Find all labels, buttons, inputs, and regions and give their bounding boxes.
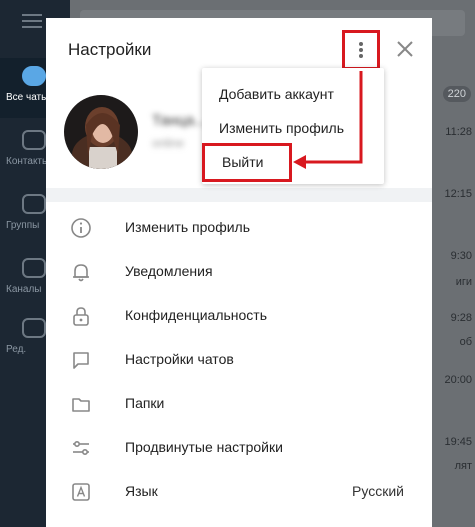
settings-item-privacy[interactable]: Конфиденциальность [46, 294, 432, 338]
sidebar-item-label: Ред. [6, 344, 27, 355]
sliders-icon [73, 441, 89, 456]
group-icon [22, 194, 46, 214]
folder-icon [72, 398, 90, 412]
settings-item-label: Настройки чатов [125, 351, 234, 367]
chat-snippet: иги [455, 276, 472, 288]
profile-status: online [152, 136, 185, 150]
chat-square-icon [73, 352, 89, 369]
logout-label: Выйти [222, 154, 264, 170]
unread-badge: 220 [442, 86, 471, 102]
channel-icon [22, 258, 46, 278]
settings-item-label: Папки [125, 395, 165, 411]
chat-bubble-icon [22, 66, 46, 86]
lock-icon [73, 307, 89, 326]
section-divider [46, 188, 432, 202]
settings-list: Изменить профиль Уведомления Конфиденциа… [46, 206, 432, 514]
avatar[interactable] [64, 95, 138, 169]
chat-time: 20:00 [444, 374, 472, 386]
chat-snippet: об [459, 336, 472, 348]
dialog-title: Настройки [68, 40, 152, 59]
bell-icon [73, 264, 89, 282]
chat-snippet: лят [454, 460, 472, 472]
settings-item-label: Язык [125, 483, 158, 499]
close-button[interactable] [394, 38, 416, 60]
vertical-dots-icon [359, 42, 363, 58]
sidebar-item-label: Группы [6, 220, 40, 231]
settings-item-chat-settings[interactable]: Настройки чатов [46, 338, 432, 382]
settings-item-notifications[interactable]: Уведомления [46, 250, 432, 294]
sidebar-item-label: Каналы [6, 284, 42, 295]
sliders-icon [22, 318, 46, 338]
settings-item-label: Уведомления [125, 263, 213, 279]
profile-photo [64, 95, 138, 169]
hamburger-menu-icon[interactable] [22, 14, 42, 32]
folder-icon [22, 130, 46, 150]
settings-item-edit-profile[interactable]: Изменить профиль [46, 206, 432, 250]
settings-item-advanced[interactable]: Продвинутые настройки [46, 426, 432, 470]
chat-time: 9:30 [450, 250, 472, 262]
language-icon [72, 483, 90, 501]
menu-item-logout[interactable]: Выйти [202, 143, 292, 182]
sidebar-item-label: Контакты [6, 156, 50, 167]
close-icon [397, 41, 413, 57]
menu-item-edit-profile[interactable]: Изменить профиль [219, 120, 344, 136]
profile-name: Танца... [152, 112, 207, 129]
settings-item-label: Изменить профиль [125, 219, 250, 235]
settings-item-label: Продвинутые настройки [125, 439, 283, 455]
chat-time: 19:45 [444, 436, 472, 448]
info-icon [71, 218, 91, 238]
more-options-button[interactable] [342, 30, 380, 70]
language-value: Русский [352, 483, 404, 499]
settings-item-folders[interactable]: Папки [46, 382, 432, 426]
chat-time: 11:28 [445, 126, 472, 138]
chat-time: 12:15 [444, 188, 472, 200]
settings-item-language[interactable]: Язык Русский [46, 470, 432, 514]
chat-time: 9:28 [450, 312, 472, 324]
menu-item-add-account[interactable]: Добавить аккаунт [219, 86, 334, 102]
sidebar-item-label: Все чаты [6, 92, 49, 103]
settings-item-label: Конфиденциальность [125, 307, 268, 323]
